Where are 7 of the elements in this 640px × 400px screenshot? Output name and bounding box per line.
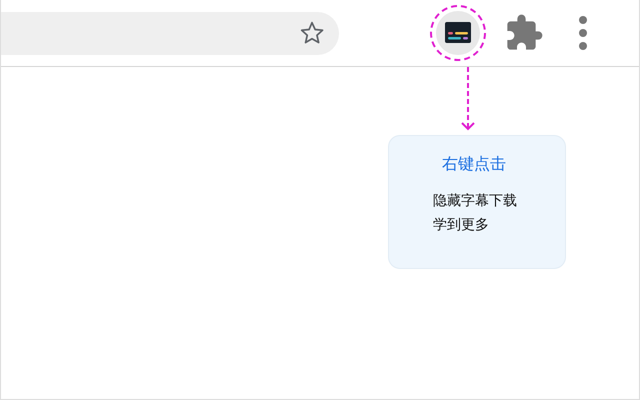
menu-item[interactable]: 学到更多 [433,213,565,237]
extension-icon[interactable] [428,3,488,63]
menu-icon[interactable] [578,15,588,51]
menu-item[interactable]: 隐藏字幕下载 [433,189,565,213]
star-icon[interactable] [299,20,325,46]
dashed-arrow [461,67,475,133]
menu-title: 右键点击 [442,154,507,175]
